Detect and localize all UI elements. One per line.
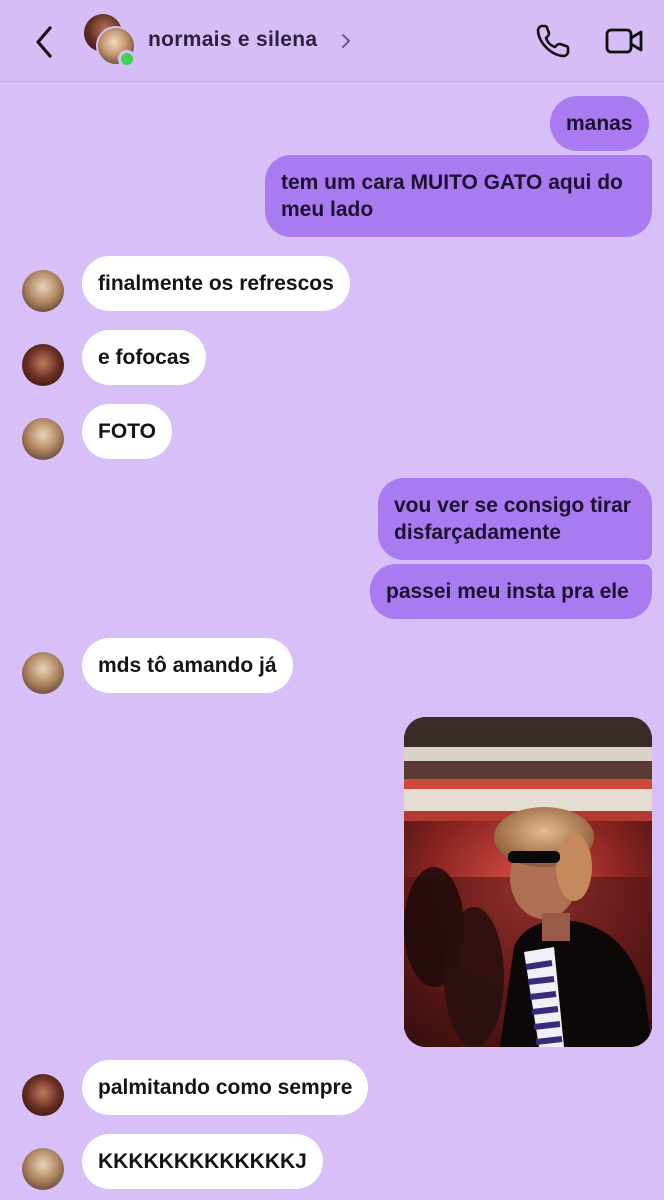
- outgoing-message[interactable]: passei meu insta pra ele: [370, 564, 652, 619]
- avatar[interactable]: [22, 270, 64, 312]
- incoming-message[interactable]: palmitando como sempre: [82, 1060, 369, 1115]
- message-text: KKKKKKKKKKKKKJ: [98, 1150, 307, 1173]
- avatar[interactable]: [22, 652, 64, 694]
- incoming-message[interactable]: finalmente os refrescos: [82, 256, 350, 311]
- online-status-dot: [118, 50, 136, 68]
- message-text-line: meu lado: [281, 198, 374, 221]
- chevron-right-icon[interactable]: [340, 32, 352, 50]
- photo-message[interactable]: [404, 717, 652, 1047]
- incoming-message[interactable]: KKKKKKKKKKKKKJ: [82, 1134, 323, 1189]
- incoming-message[interactable]: FOTO: [82, 404, 172, 459]
- chevron-left-icon[interactable]: [30, 24, 60, 60]
- message-text: palmitando como sempre: [98, 1076, 353, 1099]
- message-text: passei meu insta pra ele: [386, 580, 629, 603]
- phone-icon[interactable]: [534, 22, 572, 60]
- incoming-message[interactable]: mds tô amando já: [82, 638, 293, 693]
- message-text-line: disfarçadamente: [394, 521, 561, 544]
- concert-photo: [404, 717, 652, 1047]
- message-text: FOTO: [98, 420, 156, 443]
- message-text: mds tô amando já: [98, 654, 277, 677]
- message-text: finalmente os refrescos: [98, 272, 334, 295]
- avatar[interactable]: [22, 418, 64, 460]
- message-text: e fofocas: [98, 346, 191, 369]
- outgoing-message[interactable]: vou ver se consigo tirar disfarçadamente: [378, 478, 652, 560]
- outgoing-message[interactable]: tem um cara MUITO GATO aqui do meu lado: [265, 155, 652, 237]
- group-avatar[interactable]: [84, 14, 140, 70]
- outgoing-message[interactable]: manas: [550, 96, 649, 151]
- avatar[interactable]: [22, 1148, 64, 1190]
- avatar[interactable]: [22, 1074, 64, 1116]
- message-text: manas: [566, 112, 633, 135]
- message-text-line: vou ver se consigo tirar: [394, 494, 631, 517]
- chat-title[interactable]: normais e silena: [148, 28, 317, 52]
- incoming-message[interactable]: e fofocas: [82, 330, 207, 385]
- chat-header: normais e silena: [0, 0, 664, 82]
- message-text-line: tem um cara MUITO GATO aqui do: [281, 171, 623, 194]
- avatar[interactable]: [22, 344, 64, 386]
- video-camera-icon[interactable]: [604, 24, 644, 58]
